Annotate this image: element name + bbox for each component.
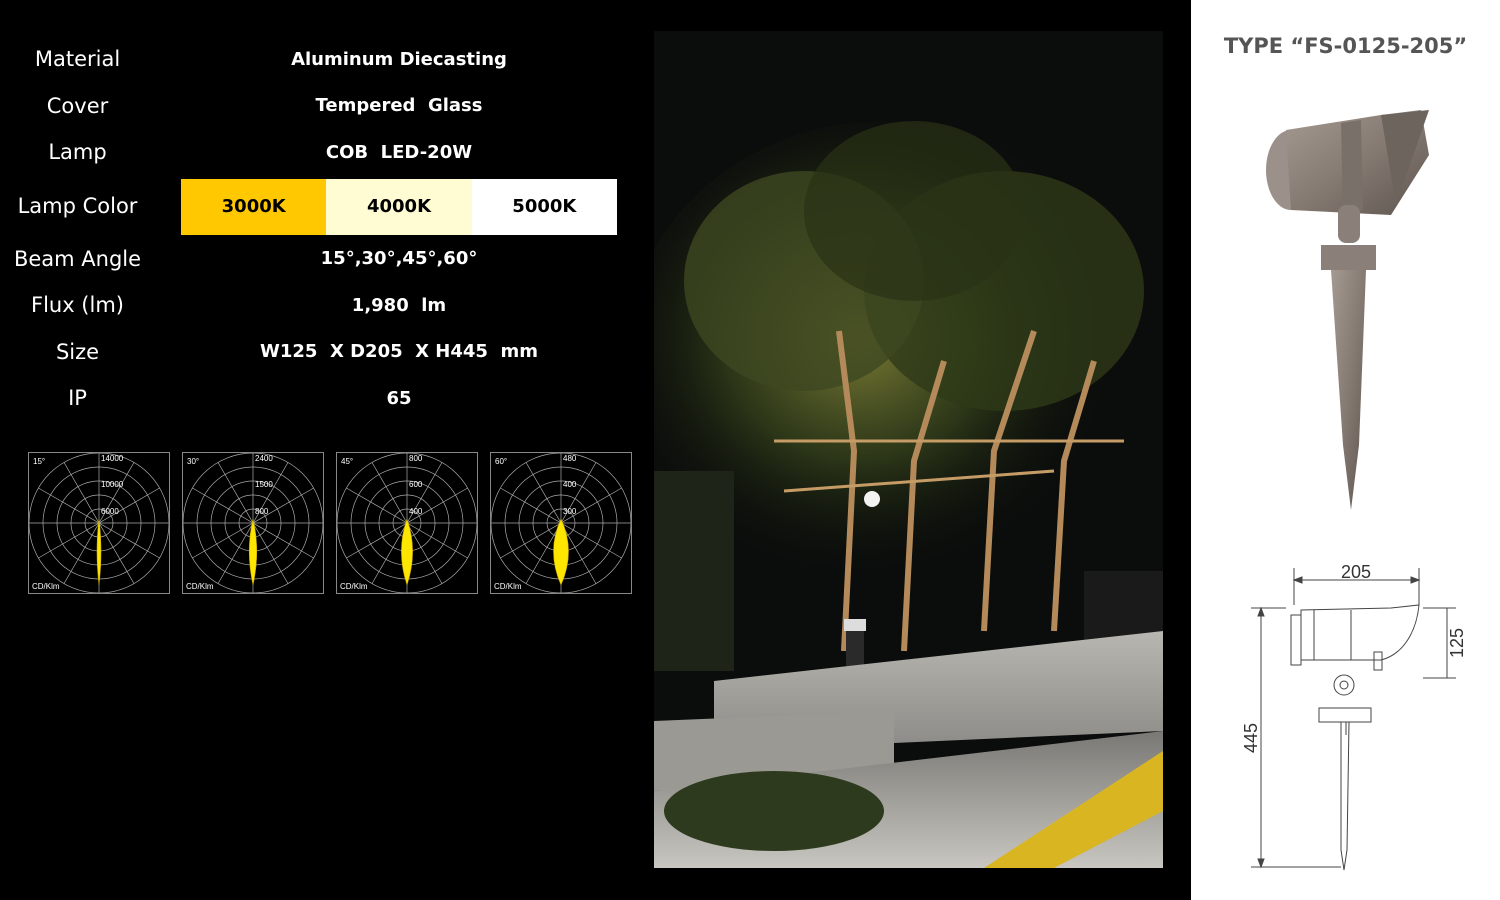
polar-ring-label: 600 — [409, 480, 423, 489]
polar-ring-label: 800 — [255, 507, 269, 516]
spec-label: Size — [55, 339, 100, 364]
swatch-4000k: 4000K — [326, 178, 472, 235]
polar-svg: 60° 480 400 300 CD/Klm — [491, 453, 631, 593]
polar-ring-label: 480 — [563, 454, 577, 463]
installation-photo — [654, 31, 1163, 868]
polar-svg: 45° 800 600 400 CD/Klm — [337, 453, 477, 593]
polar-ring-label: 400 — [563, 480, 577, 489]
polar-ring-label: 6000 — [101, 507, 119, 516]
polar-chart-45: 45° 800 600 400 CD/Klm — [336, 452, 478, 594]
polar-angle-label: 15° — [33, 457, 45, 466]
photo-illustration — [654, 31, 1163, 868]
spec-table: Material Aluminum Diecasting Cover Tempe… — [0, 36, 630, 422]
spec-row-flux: Flux (lm) 1,980 lm — [0, 282, 630, 329]
spec-value: W125 X D205 X H445 mm — [260, 341, 538, 363]
spec-row-material: Material Aluminum Diecasting — [0, 36, 630, 83]
spec-value: 1,980 lm — [351, 294, 447, 316]
polar-angle-label: 60° — [495, 457, 507, 466]
polar-ring-label: 10000 — [101, 480, 124, 489]
polar-angle-label: 30° — [187, 457, 199, 466]
lamp-color-swatches: 3000K 4000K 5000K — [181, 178, 617, 235]
polar-chart-30: 30° 2400 1500 800 CD/Klm — [182, 452, 324, 594]
spec-value: Tempered Glass — [315, 95, 483, 117]
polar-angle-label: 45° — [341, 457, 353, 466]
spec-label: Lamp Color — [17, 193, 138, 218]
swatch-5000k: 5000K — [471, 178, 617, 235]
spec-value: Aluminum Diecasting — [291, 48, 507, 70]
spec-row-lamp-color: Lamp Color 3000K 4000K 5000K — [0, 176, 630, 236]
polar-ring-label: 800 — [409, 454, 423, 463]
polar-unit-label: CD/Klm — [32, 582, 60, 591]
spec-value: COB LED-20W — [325, 141, 473, 163]
spec-row-lamp: Lamp COB LED-20W — [0, 129, 630, 176]
dim-width: 205 — [1341, 562, 1371, 582]
product-panel: TYPE “FS-0125-205” 205 125 445 — [1191, 0, 1500, 900]
spec-row-ip: IP 65 — [0, 375, 630, 422]
product-render — [1266, 110, 1429, 510]
swatch-3000k: 3000K — [181, 178, 327, 235]
product-type-title: TYPE “FS-0125-205” — [1223, 34, 1468, 58]
spec-label: Lamp — [48, 140, 107, 165]
spec-value: 65 — [386, 387, 412, 409]
polar-ring-label: 1500 — [255, 480, 273, 489]
polar-chart-15: 15° 14000 10000 6000 CD/Klm — [28, 452, 170, 594]
beam-lobe — [553, 518, 569, 586]
spec-label: Cover — [46, 93, 109, 118]
polar-chart-60: 60° 480 400 300 CD/Klm — [490, 452, 632, 594]
beam-lobe — [401, 518, 413, 586]
polar-charts: 15° 14000 10000 6000 CD/Klm 30° 2400 1500 800 CD… — [28, 452, 632, 594]
polar-ring-label: 400 — [409, 507, 423, 516]
beam-lobe — [248, 518, 258, 586]
spec-value: 15°,30°,45°,60° — [320, 248, 478, 270]
polar-svg: 30° 2400 1500 800 CD/Klm — [183, 453, 323, 593]
dim-total-height: 445 — [1241, 723, 1261, 753]
polar-ring-label: 14000 — [101, 454, 124, 463]
spec-row-beam-angle: Beam Angle 15°,30°,45°,60° — [0, 236, 630, 283]
polar-svg: 15° 14000 10000 6000 CD/Klm — [29, 453, 169, 593]
spec-label: Material — [34, 47, 121, 72]
beam-lobe — [96, 518, 102, 586]
polar-unit-label: CD/Klm — [340, 582, 368, 591]
polar-ring-label: 300 — [563, 507, 577, 516]
dimension-drawing: 205 125 445 — [1241, 562, 1467, 871]
dim-head-height: 125 — [1447, 628, 1467, 658]
polar-unit-label: CD/Klm — [494, 582, 522, 591]
spec-label: IP — [68, 386, 87, 411]
spec-label: Beam Angle — [13, 246, 142, 271]
spec-row-size: Size W125 X D205 X H445 mm — [0, 329, 630, 376]
spec-label: Flux (lm) — [30, 293, 124, 318]
polar-ring-label: 2400 — [255, 454, 273, 463]
spec-row-cover: Cover Tempered Glass — [0, 83, 630, 130]
polar-unit-label: CD/Klm — [186, 582, 214, 591]
